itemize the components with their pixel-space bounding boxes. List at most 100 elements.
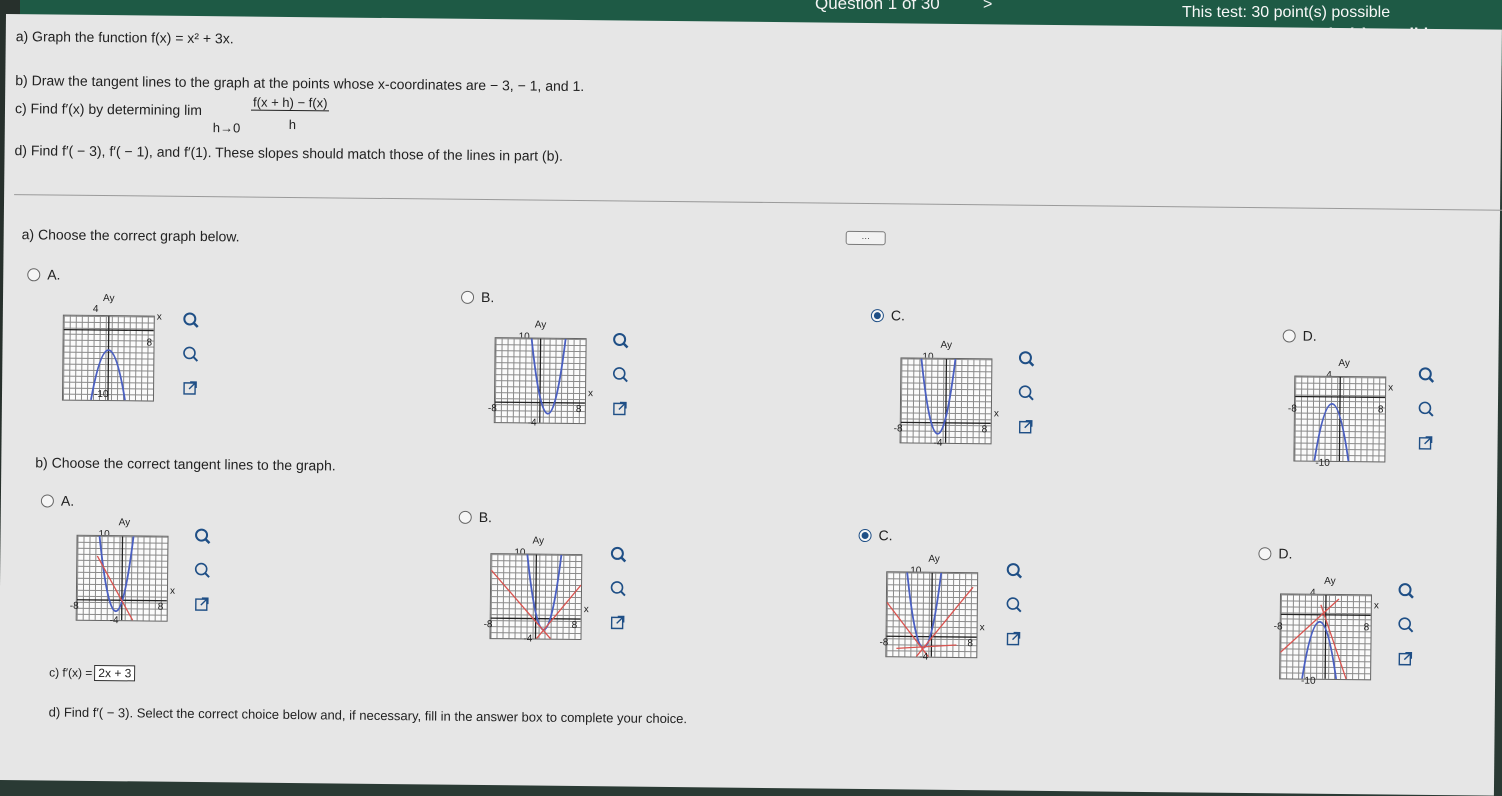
radio-part-b-c[interactable]: [858, 528, 872, 542]
part-a-prompt: a) Choose the correct graph below.: [21, 226, 240, 245]
part-c-label: c) f′(x) =: [49, 665, 93, 680]
zoom-out-icon[interactable]: [180, 344, 200, 364]
graph-grid: [885, 571, 979, 659]
x-axis-label: x: [169, 585, 176, 597]
tick-left: -8: [69, 600, 79, 612]
option-letter: D.: [1278, 545, 1293, 562]
part-b-prompt: b) Choose the correct tangent lines to t…: [35, 454, 336, 474]
part-d-prompt: d) Find f′( − 3). Select the correct cho…: [48, 704, 688, 727]
popout-icon[interactable]: [610, 398, 630, 418]
graph-tools: [1415, 365, 1436, 453]
tick-right: 8: [967, 638, 974, 650]
zoom-out-icon[interactable]: [610, 364, 630, 384]
tick-right: 8: [981, 424, 988, 436]
more-menu-button[interactable]: ...: [845, 230, 886, 246]
tick-left: -8: [1273, 621, 1283, 633]
option-letter: A.: [60, 492, 75, 509]
option-letter: D.: [1302, 327, 1317, 344]
tangent-line: [915, 586, 974, 657]
y-axis-label: Ay: [102, 293, 115, 305]
part-c-line: c) f′(x) = 2x + 3: [49, 664, 136, 682]
popout-icon[interactable]: [1016, 417, 1036, 437]
part-a-option-d[interactable]: D.: [1282, 327, 1317, 344]
y-axis-label: Ay: [534, 319, 547, 331]
tick-right: 8: [1377, 404, 1384, 416]
question-nav[interactable]: Question 1 of 30: [815, 0, 940, 14]
popout-icon[interactable]: [1003, 628, 1023, 648]
part-a-option-b[interactable]: B.: [460, 289, 494, 305]
zoom-in-icon[interactable]: [181, 310, 201, 330]
popout-icon[interactable]: [180, 378, 200, 398]
radio-part-a-a[interactable]: [27, 267, 41, 281]
limit-subscript: h→0: [212, 120, 241, 136]
tick-bottom: -4: [933, 437, 943, 449]
option-letter: B.: [478, 508, 493, 526]
zoom-out-icon[interactable]: [192, 560, 212, 580]
radio-part-a-d[interactable]: [1282, 328, 1296, 343]
zoom-in-icon[interactable]: [192, 526, 212, 546]
y-axis-label: Ay: [1338, 357, 1350, 370]
zoom-in-icon[interactable]: [1004, 560, 1024, 580]
tick-right: 8: [1363, 622, 1370, 634]
part-b-option-d[interactable]: D.: [1258, 545, 1293, 562]
zoom-out-icon[interactable]: [1004, 594, 1024, 614]
graph-tools: [180, 310, 201, 398]
zoom-in-icon[interactable]: [1016, 349, 1036, 369]
problem-part-d: d) Find f′( − 3), f′( − 1), and f′(1). T…: [14, 142, 564, 164]
option-letter: A.: [47, 266, 61, 283]
tick-right: 8: [575, 403, 582, 416]
part-a-option-a[interactable]: A.: [27, 266, 61, 283]
divider: [14, 194, 1502, 211]
y-axis-label: Ay: [940, 339, 953, 351]
tick-bottom: -10: [1315, 457, 1330, 469]
radio-part-b-a[interactable]: [40, 493, 54, 508]
x-axis-label: x: [979, 622, 985, 634]
y-axis: [534, 554, 538, 639]
graph-grid: [899, 357, 993, 445]
graph-tools: [192, 526, 213, 614]
tick-left: -8: [879, 637, 889, 649]
x-axis-label: x: [1373, 600, 1379, 612]
option-letter: C.: [878, 527, 893, 544]
tick-right: 8: [157, 601, 164, 613]
zoom-in-icon[interactable]: [611, 330, 631, 350]
zoom-in-icon[interactable]: [608, 544, 628, 564]
part-a-option-c[interactable]: C.: [870, 307, 905, 323]
tick-bottom: -10: [1301, 675, 1316, 687]
popout-icon[interactable]: [1415, 433, 1435, 453]
y-axis: [1324, 594, 1327, 679]
graph-grid: [489, 553, 583, 641]
zoom-out-icon[interactable]: [1396, 615, 1416, 635]
part-b-option-c[interactable]: C.: [858, 527, 893, 544]
zoom-in-icon[interactable]: [1396, 581, 1416, 601]
graph-tools: [608, 544, 629, 632]
popout-icon[interactable]: [608, 612, 628, 632]
graph-grid: [1279, 593, 1372, 681]
popout-icon[interactable]: [1395, 649, 1415, 669]
zoom-out-icon[interactable]: [1416, 399, 1436, 419]
graph-plot: [886, 572, 977, 658]
radio-part-a-c[interactable]: [870, 308, 884, 322]
radio-part-b-b[interactable]: [458, 510, 472, 524]
problem-part-b: b) Draw the tangent lines to the graph a…: [15, 72, 585, 95]
next-question-arrow[interactable]: >: [983, 0, 992, 14]
zoom-in-icon[interactable]: [1416, 365, 1436, 385]
tick-top: 4: [92, 303, 99, 315]
part-b-option-b[interactable]: B.: [458, 508, 493, 526]
radio-part-b-d[interactable]: [1258, 546, 1272, 560]
tick-bottom: -4: [919, 651, 929, 663]
x-axis-label: x: [993, 408, 999, 420]
popout-icon[interactable]: [192, 594, 212, 614]
y-axis-label: Ay: [1324, 575, 1336, 587]
part-b-option-a[interactable]: A.: [40, 492, 75, 509]
radio-part-a-b[interactable]: [460, 290, 475, 304]
y-axis: [539, 338, 542, 423]
tick-bottom: -4: [527, 417, 537, 429]
graph-plot: [63, 316, 154, 401]
limit-denominator: h: [288, 116, 297, 133]
derivative-answer-box[interactable]: 2x + 3: [94, 664, 136, 682]
zoom-out-icon[interactable]: [1016, 383, 1036, 403]
tangent-line: [1320, 604, 1347, 680]
test-points: This test: 30 point(s) possible: [1182, 4, 1391, 21]
zoom-out-icon[interactable]: [608, 578, 628, 598]
